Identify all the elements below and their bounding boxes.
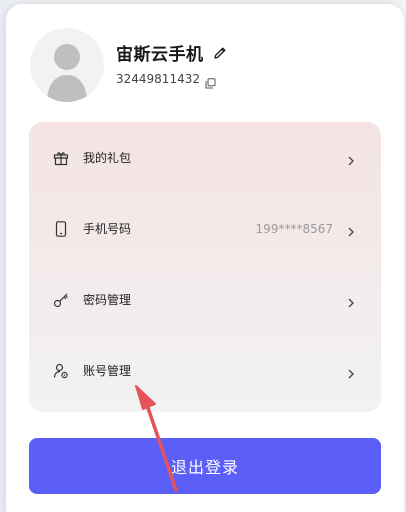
menu-item-label: 账号管理 bbox=[83, 364, 132, 378]
name-row: 宙斯云手机 bbox=[116, 40, 228, 65]
menu-item-password[interactable]: 密码管理 bbox=[29, 264, 381, 335]
chevron-right-icon bbox=[346, 294, 356, 307]
phone-number-value: 199****8567 bbox=[255, 221, 333, 236]
pencil-icon[interactable] bbox=[212, 45, 228, 61]
menu-item-label: 我的礼包 bbox=[83, 151, 132, 165]
menu-item-phone[interactable]: 手机号码 199****8567 bbox=[29, 193, 381, 264]
settings-menu: 我的礼包 手机号码 199****8567 密码管理 账号管理 bbox=[29, 122, 381, 412]
chevron-right-icon bbox=[346, 223, 356, 236]
menu-item-account[interactable]: 账号管理 bbox=[29, 335, 381, 406]
logout-button[interactable]: 退出登录 bbox=[29, 438, 381, 494]
uid-row: 32449811432 bbox=[116, 72, 216, 88]
default-user-avatar-icon bbox=[30, 28, 104, 102]
account-settings-icon bbox=[53, 363, 69, 379]
gift-icon bbox=[53, 150, 69, 166]
menu-item-label: 手机号码 bbox=[83, 222, 132, 236]
menu-item-label: 密码管理 bbox=[83, 293, 132, 307]
phone-icon bbox=[53, 220, 69, 237]
user-name: 宙斯云手机 bbox=[116, 45, 204, 65]
profile-header: 宙斯云手机 32449811432 bbox=[30, 28, 370, 104]
user-id: 32449811432 bbox=[116, 72, 200, 86]
key-icon bbox=[53, 292, 69, 308]
chevron-right-icon bbox=[346, 365, 356, 378]
menu-item-gifts[interactable]: 我的礼包 bbox=[29, 122, 381, 193]
avatar[interactable] bbox=[30, 28, 104, 102]
chevron-right-icon bbox=[346, 152, 356, 165]
copy-icon[interactable] bbox=[205, 74, 216, 88]
